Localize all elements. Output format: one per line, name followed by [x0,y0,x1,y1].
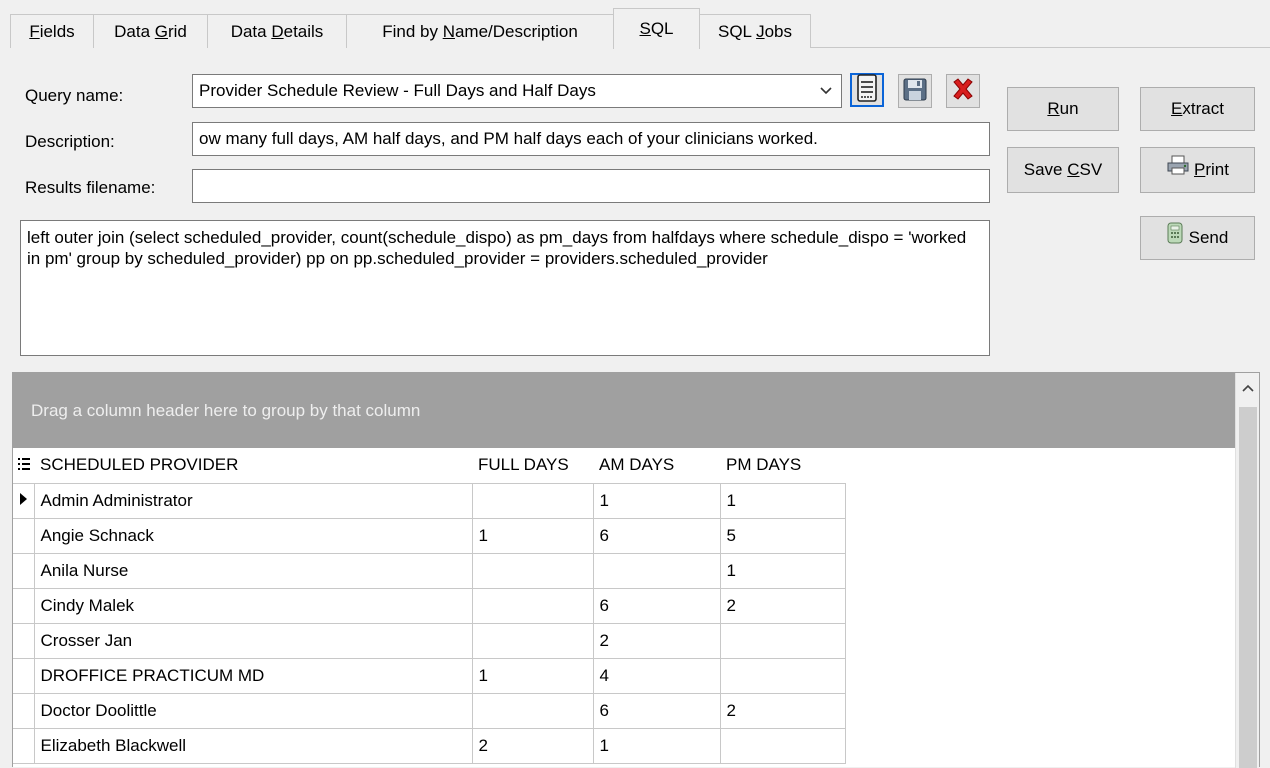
cell-full-days[interactable] [471,622,594,659]
row-indicator[interactable] [13,587,35,624]
table-row[interactable]: Angie Schnack 1 6 5 [13,517,846,554]
print-button[interactable]: Print [1140,147,1255,193]
row-indicator[interactable] [13,517,35,554]
table-row[interactable]: Crosser Jan 2 [13,622,846,659]
column-header-pm-days[interactable]: PM DAYS [720,448,845,483]
table-header-row: SCHEDULED PROVIDER FULL DAYS AM DAYS PM … [13,448,845,483]
cell-am-days[interactable]: 6 [592,517,721,554]
tab-bar: Fields Data Grid Data Details Find by Na… [0,0,1270,50]
cell-am-days[interactable]: 1 [592,482,721,519]
row-indicator[interactable] [13,727,35,764]
cell-provider[interactable]: Anila Nurse [33,552,473,589]
row-pointer-icon [13,482,35,519]
cell-full-days[interactable]: 1 [471,657,594,694]
cell-provider[interactable]: Crosser Jan [33,622,473,659]
tab-sql[interactable]: SQL [613,8,700,49]
table-row[interactable]: Anila Nurse 1 [13,552,846,589]
cell-am-days[interactable]: 1 [592,727,721,764]
table-row[interactable]: Elizabeth Blackwell 2 1 [13,727,846,764]
table-row[interactable]: Cindy Malek 6 2 [13,587,846,624]
cell-pm-days[interactable]: 1 [719,482,846,519]
cell-full-days[interactable] [471,587,594,624]
cell-provider[interactable]: Elizabeth Blackwell [33,727,473,764]
cell-pm-days[interactable]: 2 [719,692,846,729]
cell-full-days[interactable] [471,692,594,729]
description-input[interactable]: ow many full days, AM half days, and PM … [192,122,990,156]
tab-fields[interactable]: Fields [10,14,94,48]
row-indicator[interactable] [13,657,35,694]
cell-pm-days[interactable]: 2 [719,587,846,624]
cell-full-days[interactable] [471,552,594,589]
vertical-scrollbar[interactable] [1235,373,1259,768]
query-name-label: Query name: [25,86,124,105]
row-indicator[interactable] [13,552,35,589]
cell-full-days[interactable]: 2 [471,727,594,764]
row-indicator[interactable] [13,692,35,729]
chevron-down-icon[interactable] [819,75,833,118]
run-button[interactable]: Run [1007,87,1119,131]
column-list-icon[interactable] [13,448,34,483]
extract-button[interactable]: Extract [1140,87,1255,131]
cell-full-days[interactable] [471,482,594,519]
save-csv-button[interactable]: Save CSV [1007,147,1119,193]
cell-pm-days[interactable]: 5 [719,517,846,554]
query-name-select[interactable]: Provider Schedule Review - Full Days and… [192,74,842,108]
scrollbar-thumb[interactable] [1239,407,1257,768]
floppy-disk-icon [902,76,928,107]
red-x-icon [950,76,976,107]
query-name-value: Provider Schedule Review - Full Days and… [199,81,596,100]
cell-pm-days[interactable] [719,657,846,694]
table-row[interactable]: Admin Administrator 1 1 [13,482,846,519]
cell-am-days[interactable]: 6 [592,692,721,729]
column-header-am-days[interactable]: AM DAYS [593,448,720,483]
cell-pm-days[interactable]: 1 [719,552,846,589]
new-query-button[interactable] [850,73,884,107]
tab-sql-jobs[interactable]: SQL Jobs [699,14,811,48]
group-by-panel[interactable]: Drag a column header here to group by th… [13,373,1235,448]
table-row[interactable]: DROFFICE PRACTICUM MD 1 4 [13,657,846,694]
results-grid: Drag a column header here to group by th… [12,372,1260,768]
printer-icon [1166,149,1190,193]
sql-editor[interactable]: left outer join (select scheduled_provid… [20,220,990,356]
cell-provider[interactable]: Admin Administrator [33,482,473,519]
tab-find-by-name[interactable]: Find by Name/Description [346,14,614,48]
cell-am-days[interactable]: 6 [592,587,721,624]
cell-full-days[interactable]: 1 [471,517,594,554]
calculator-icon [1167,218,1183,260]
cell-am-days[interactable] [592,552,721,589]
save-query-button[interactable] [898,74,932,108]
delete-query-button[interactable] [946,74,980,108]
column-header-scheduled-provider[interactable]: SCHEDULED PROVIDER [34,448,472,483]
cell-provider[interactable]: Angie Schnack [33,517,473,554]
cell-pm-days[interactable] [719,727,846,764]
tab-data-details[interactable]: Data Details [207,14,347,48]
results-filename-label: Results filename: [25,178,156,197]
cell-am-days[interactable]: 2 [592,622,721,659]
cell-pm-days[interactable] [719,622,846,659]
chevron-up-icon[interactable] [1236,381,1260,397]
column-header-full-days[interactable]: FULL DAYS [472,448,593,483]
cell-provider[interactable]: Doctor Doolittle [33,692,473,729]
cell-provider[interactable]: DROFFICE PRACTICUM MD [33,657,473,694]
description-label: Description: [25,132,115,151]
results-filename-input[interactable] [192,169,990,203]
cell-am-days[interactable]: 4 [592,657,721,694]
row-indicator[interactable] [13,622,35,659]
table-row[interactable]: Doctor Doolittle 6 2 [13,692,846,729]
document-list-icon [855,73,879,107]
cell-provider[interactable]: Cindy Malek [33,587,473,624]
data-table: SCHEDULED PROVIDER FULL DAYS AM DAYS PM … [13,448,846,764]
tab-data-grid[interactable]: Data Grid [93,14,208,48]
send-button[interactable]: Send [1140,216,1255,260]
